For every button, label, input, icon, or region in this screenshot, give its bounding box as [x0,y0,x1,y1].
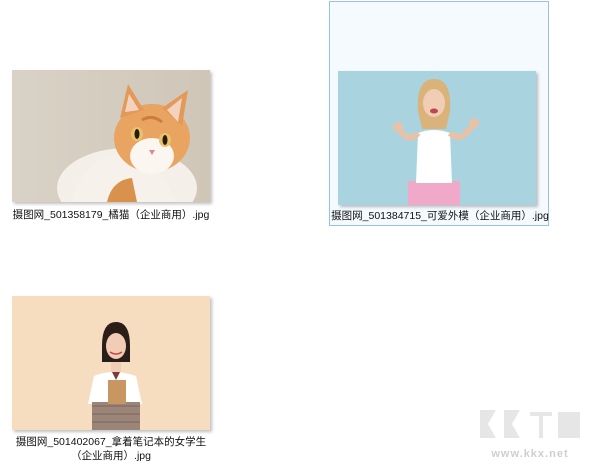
file-item-schoolgirl[interactable]: 摄图网_501402067_拿着笔记本的女学生（企业商用）.jpg [4,288,218,466]
file-name-label: 摄图网_501402067_拿着笔记本的女学生（企业商用）.jpg [15,436,207,462]
file-item-cat[interactable]: 摄图网_501358179_橘猫（企业商用）.jpg [4,62,218,230]
thumbnail-cat-image [12,70,210,202]
watermark-site-text: www.kkx.net [491,448,569,460]
thumbnail-woman-image [338,71,536,205]
kkx-logo-icon [480,410,580,438]
file-name-label: 摄图网_501384715_可爱外模（企业商用）.jpg [331,210,549,222]
kkx-watermark: www.kkx.net [474,404,586,460]
file-item-woman[interactable]: 摄图网_501384715_可爱外模（企业商用）.jpg [329,1,549,226]
thumbnail-schoolgirl-image [12,296,210,430]
file-name-label: 摄图网_501358179_橘猫（企业商用）.jpg [12,209,210,221]
